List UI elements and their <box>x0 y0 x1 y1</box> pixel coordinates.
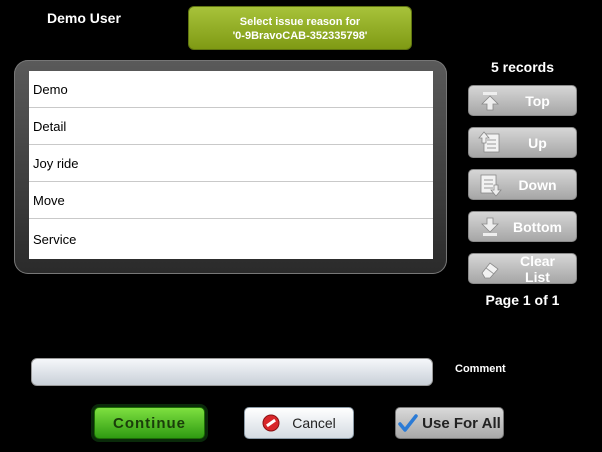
issue-reason-banner: Select issue reason for '0-9BravoCAB-352… <box>188 6 412 50</box>
up-button[interactable]: Up <box>468 127 577 158</box>
continue-button-label: Continue <box>113 414 186 432</box>
bottom-button[interactable]: Bottom <box>468 211 577 242</box>
arrow-down-page-icon <box>477 173 503 197</box>
use-for-all-button-label: Use For All <box>422 414 501 432</box>
continue-button[interactable]: Continue <box>94 407 205 439</box>
down-button-label: Down <box>518 176 557 193</box>
clear-list-button[interactable]: Clear List <box>468 252 577 285</box>
no-entry-icon <box>262 414 280 432</box>
comment-input[interactable] <box>31 358 433 386</box>
down-button[interactable]: Down <box>468 169 577 200</box>
records-count: 5 records <box>490 59 555 75</box>
list-item[interactable]: Joy ride <box>29 145 433 182</box>
up-button-label: Up <box>528 134 547 151</box>
list-item[interactable]: Move <box>29 182 433 219</box>
cancel-button[interactable]: Cancel <box>244 407 354 439</box>
clear-list-button-label: Clear List <box>519 252 556 285</box>
banner-line-2: '0-9BravoCAB-352335798' <box>232 30 368 42</box>
use-for-all-button[interactable]: Use For All <box>395 407 504 439</box>
list-item[interactable]: Detail <box>29 108 433 145</box>
list-item[interactable]: Demo <box>29 71 433 108</box>
eraser-icon <box>477 257 503 281</box>
arrow-up-bar-icon <box>477 89 503 113</box>
top-button[interactable]: Top <box>468 85 577 116</box>
page-indicator: Page 1 of 1 <box>485 292 560 308</box>
arrow-up-page-icon <box>477 130 503 155</box>
comment-label: Comment <box>455 363 506 375</box>
reason-list[interactable]: Demo Detail Joy ride Move Service <box>29 71 433 259</box>
arrow-down-bar-icon <box>477 215 503 239</box>
list-item[interactable]: Service <box>29 219 433 259</box>
reason-list-frame: Demo Detail Joy ride Move Service <box>14 60 447 274</box>
cancel-button-label: Cancel <box>292 415 336 431</box>
checkmark-icon <box>398 413 418 433</box>
user-name: Demo User <box>47 10 121 26</box>
bottom-button-label: Bottom <box>513 218 562 235</box>
top-button-label: Top <box>525 92 550 109</box>
banner-line-1: Select issue reason for <box>239 16 361 28</box>
